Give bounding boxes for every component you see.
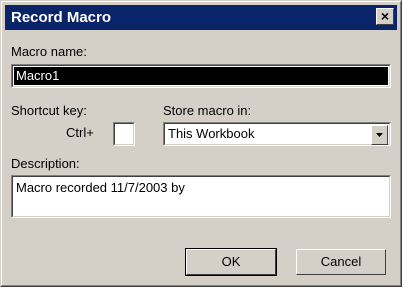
description-textarea[interactable]: Macro recorded 11/7/2003 by	[11, 175, 391, 218]
close-button[interactable]: ×	[376, 8, 394, 25]
dialog-frame: Record Macro × Macro name: Macro1 Shortc…	[1, 1, 401, 286]
store-macro-select[interactable]: This Workbook	[163, 122, 391, 146]
description-label: Description:	[11, 156, 80, 171]
record-macro-dialog: Record Macro × Macro name: Macro1 Shortc…	[0, 0, 402, 287]
title-bar[interactable]: Record Macro ×	[5, 5, 397, 30]
shortcut-key-input[interactable]	[113, 122, 135, 146]
shortcut-key-label: Shortcut key:	[11, 103, 87, 118]
chevron-down-icon	[376, 133, 383, 137]
cancel-button[interactable]: Cancel	[296, 249, 386, 275]
dropdown-button[interactable]	[371, 125, 388, 145]
store-macro-label: Store macro in:	[163, 103, 252, 118]
macro-name-input[interactable]: Macro1	[11, 64, 391, 88]
ctrl-prefix-label: Ctrl+	[66, 125, 94, 140]
macro-name-label: Macro name:	[11, 44, 87, 59]
macro-name-value: Macro1	[14, 67, 388, 85]
dialog-title: Record Macro	[11, 9, 112, 26]
close-icon: ×	[380, 8, 390, 24]
ok-button[interactable]: OK	[185, 248, 277, 276]
description-value: Macro recorded 11/7/2003 by	[16, 180, 185, 195]
store-macro-value: This Workbook	[168, 126, 255, 141]
